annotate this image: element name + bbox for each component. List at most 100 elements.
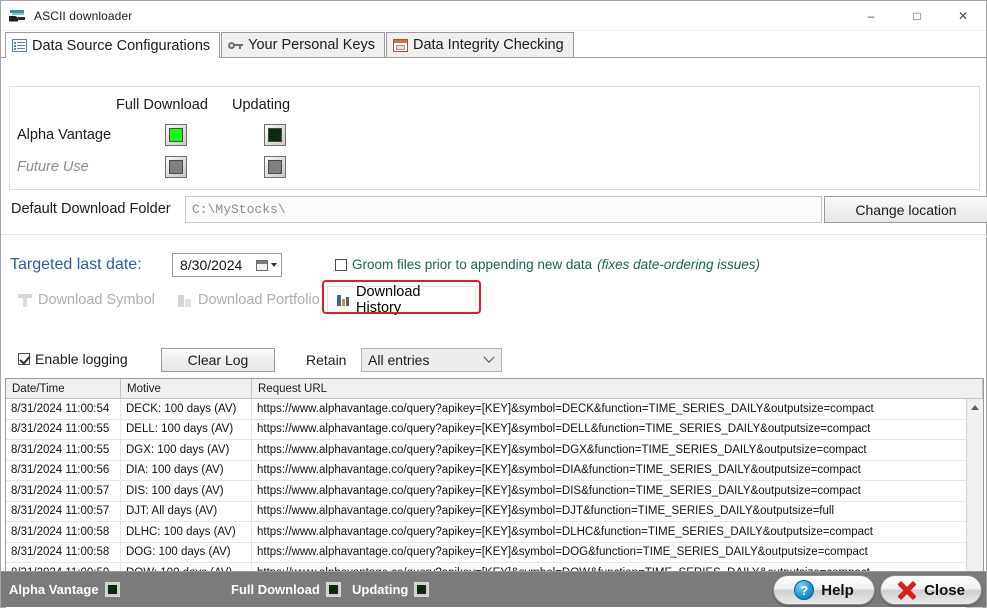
led-future-use-full-download: [165, 156, 187, 178]
help-button-label: Help: [821, 581, 854, 599]
default-folder-field[interactable]: C:\MyStocks\: [185, 196, 822, 223]
status-led-updating: [414, 582, 430, 597]
table-row[interactable]: 8/31/2024 11:00:57 DIS: 100 days (AV) http…: [6, 481, 983, 502]
download-portfolio-button: Download Portfolio: [169, 286, 329, 314]
cell-datetime: 8/31/2024 11:00:55: [6, 419, 121, 439]
groom-files-checkbox[interactable]: [335, 258, 347, 271]
row-label-alpha-vantage: Alpha Vantage: [17, 127, 112, 143]
maximize-icon[interactable]: □: [894, 1, 940, 31]
scroll-up-icon[interactable]: [966, 399, 983, 416]
table-row[interactable]: 8/31/2024 11:00:54 DECK: 100 days (AV) htt…: [6, 399, 983, 420]
cell-datetime: 8/31/2024 11:00:57: [6, 481, 121, 501]
retain-label: Retain: [306, 352, 347, 368]
tab-data-source-configurations[interactable]: Data Source Configurations: [5, 32, 221, 58]
cell-request-url: https://www.alphavantage.co/query?apikey…: [257, 402, 874, 415]
default-folder-label: Default Download Folder: [11, 201, 171, 217]
tab-strip: Data Source Configurations Your Personal…: [1, 31, 986, 58]
download-history-icon: [336, 293, 350, 308]
tab-data-integrity-checking[interactable]: Data Integrity Checking: [385, 32, 574, 57]
led-alpha-vantage-updating[interactable]: [264, 124, 286, 146]
enable-logging-checkbox[interactable]: [18, 353, 30, 365]
led-alpha-vantage-full-download[interactable]: [165, 124, 187, 146]
cell-request-url: https://www.alphavantage.co/query?apikey…: [257, 525, 873, 538]
tab-label: Data Integrity Checking: [412, 37, 564, 53]
download-symbol-icon: [18, 293, 32, 308]
close-button[interactable]: Close: [880, 575, 982, 605]
close-icon[interactable]: ✕: [940, 1, 986, 31]
table-row[interactable]: 8/31/2024 11:00:57 DJT: All days (AV) http…: [6, 501, 983, 522]
targeted-last-date-picker[interactable]: 8/30/2024: [172, 253, 282, 277]
cell-motive: DOG: 100 days (AV): [121, 542, 252, 562]
led-future-use-updating: [264, 156, 286, 178]
change-location-button[interactable]: Change location: [824, 196, 987, 223]
chevron-down-icon: [483, 351, 495, 363]
cell-request-url: https://www.alphavantage.co/query?apikey…: [257, 505, 835, 518]
column-header-full-download: Full Download: [116, 97, 208, 113]
red-x-icon: [897, 580, 917, 601]
status-full-download: Full Download: [231, 582, 341, 597]
download-history-button[interactable]: Download History: [327, 284, 476, 316]
cell-motive: DJT: All days (AV): [121, 501, 252, 521]
row-label-future-use: Future Use: [17, 159, 89, 175]
status-label: Full Download: [231, 582, 320, 597]
enable-logging-option[interactable]: Enable logging: [18, 351, 128, 367]
title-bar: ASCII downloader – □ ✕: [1, 1, 986, 31]
groom-files-label: Groom files prior to appending new data: [352, 257, 593, 272]
cell-motive: DLHC: 100 days (AV): [121, 522, 252, 542]
app-window: ASCII downloader – □ ✕ Data Source Confi…: [0, 0, 987, 608]
cell-datetime: 8/31/2024 11:00:56: [6, 460, 121, 480]
status-led-alpha-vantage: [104, 582, 120, 597]
action-label: Download History: [356, 284, 421, 316]
cell-request-url: https://www.alphavantage.co/query?apikey…: [257, 464, 861, 477]
cell-motive: DIS: 100 days (AV): [121, 481, 252, 501]
column-header-updating: Updating: [232, 97, 291, 113]
status-bar: Alpha Vantage Full Download Updating ? H…: [1, 571, 986, 607]
cell-request-url: https://www.alphavantage.co/query?apikey…: [257, 423, 871, 436]
cell-motive: DGX: 100 days (AV): [121, 440, 252, 460]
targeted-last-date-value: 8/30/2024: [180, 257, 243, 273]
table-header-row: Date/Time Motive Request URL: [6, 379, 983, 399]
cell-motive: DELL: 100 days (AV): [121, 419, 252, 439]
table-row[interactable]: 8/31/2024 11:00:58 DLHC: 100 days (AV) htt…: [6, 522, 983, 543]
status-label: Updating: [352, 582, 409, 597]
status-alpha-vantage: Alpha Vantage: [9, 582, 120, 597]
status-label: Alpha Vantage: [9, 582, 99, 597]
tab-your-personal-keys[interactable]: Your Personal Keys: [221, 32, 385, 57]
download-portfolio-icon: [178, 293, 192, 308]
column-header-request-url[interactable]: Request URL: [252, 379, 983, 398]
help-button[interactable]: ? Help: [773, 575, 875, 605]
cell-datetime: 8/31/2024 11:00:58: [6, 522, 121, 542]
minimize-icon[interactable]: –: [848, 1, 894, 31]
logging-row: Enable logging Clear Log Retain All entr…: [9, 348, 980, 374]
targeted-last-date-label: Targeted last date:: [10, 256, 142, 273]
question-mark-icon: ?: [794, 580, 815, 600]
cell-datetime: 8/31/2024 11:00:57: [6, 501, 121, 521]
cell-request-url: https://www.alphavantage.co/query?apikey…: [257, 546, 868, 559]
calendar-dropdown-icon[interactable]: [256, 259, 277, 271]
retain-value: All entries: [368, 352, 430, 368]
table-row[interactable]: 8/31/2024 11:00:58 DOG: 100 days (AV) http…: [6, 542, 983, 563]
section-divider: [1, 234, 987, 235]
groom-files-option[interactable]: Groom files prior to appending new data …: [335, 257, 760, 272]
clear-log-button[interactable]: Clear Log: [161, 348, 275, 372]
tab-label: Data Source Configurations: [32, 37, 211, 54]
cell-request-url: https://www.alphavantage.co/query?apikey…: [257, 443, 867, 456]
table-row[interactable]: 8/31/2024 11:00:56 DIA: 100 days (AV) http…: [6, 460, 983, 481]
cell-datetime: 8/31/2024 11:00:54: [6, 399, 121, 419]
retain-select[interactable]: All entries: [361, 348, 502, 372]
column-header-motive[interactable]: Motive: [121, 379, 252, 398]
cell-datetime: 8/31/2024 11:00:55: [6, 440, 121, 460]
column-header-datetime[interactable]: Date/Time: [6, 379, 121, 398]
key-icon: [228, 39, 244, 52]
table-row[interactable]: 8/31/2024 11:00:55 DGX: 100 days (AV) http…: [6, 440, 983, 461]
groom-files-note: (fixes date-ordering issues): [597, 257, 760, 272]
data-source-group: Full Download Updating Alpha Vantage Fut…: [9, 86, 980, 190]
list-icon: [12, 39, 27, 52]
cell-datetime: 8/31/2024 11:00:58: [6, 542, 121, 562]
download-symbol-button: Download Symbol: [9, 286, 164, 314]
table-row[interactable]: 8/31/2024 11:00:55 DELL: 100 days (AV) htt…: [6, 419, 983, 440]
tab-label: Your Personal Keys: [248, 37, 375, 53]
enable-logging-label: Enable logging: [35, 351, 128, 367]
action-label: Download Portfolio: [198, 292, 320, 308]
window-controls: – □ ✕: [848, 1, 986, 31]
